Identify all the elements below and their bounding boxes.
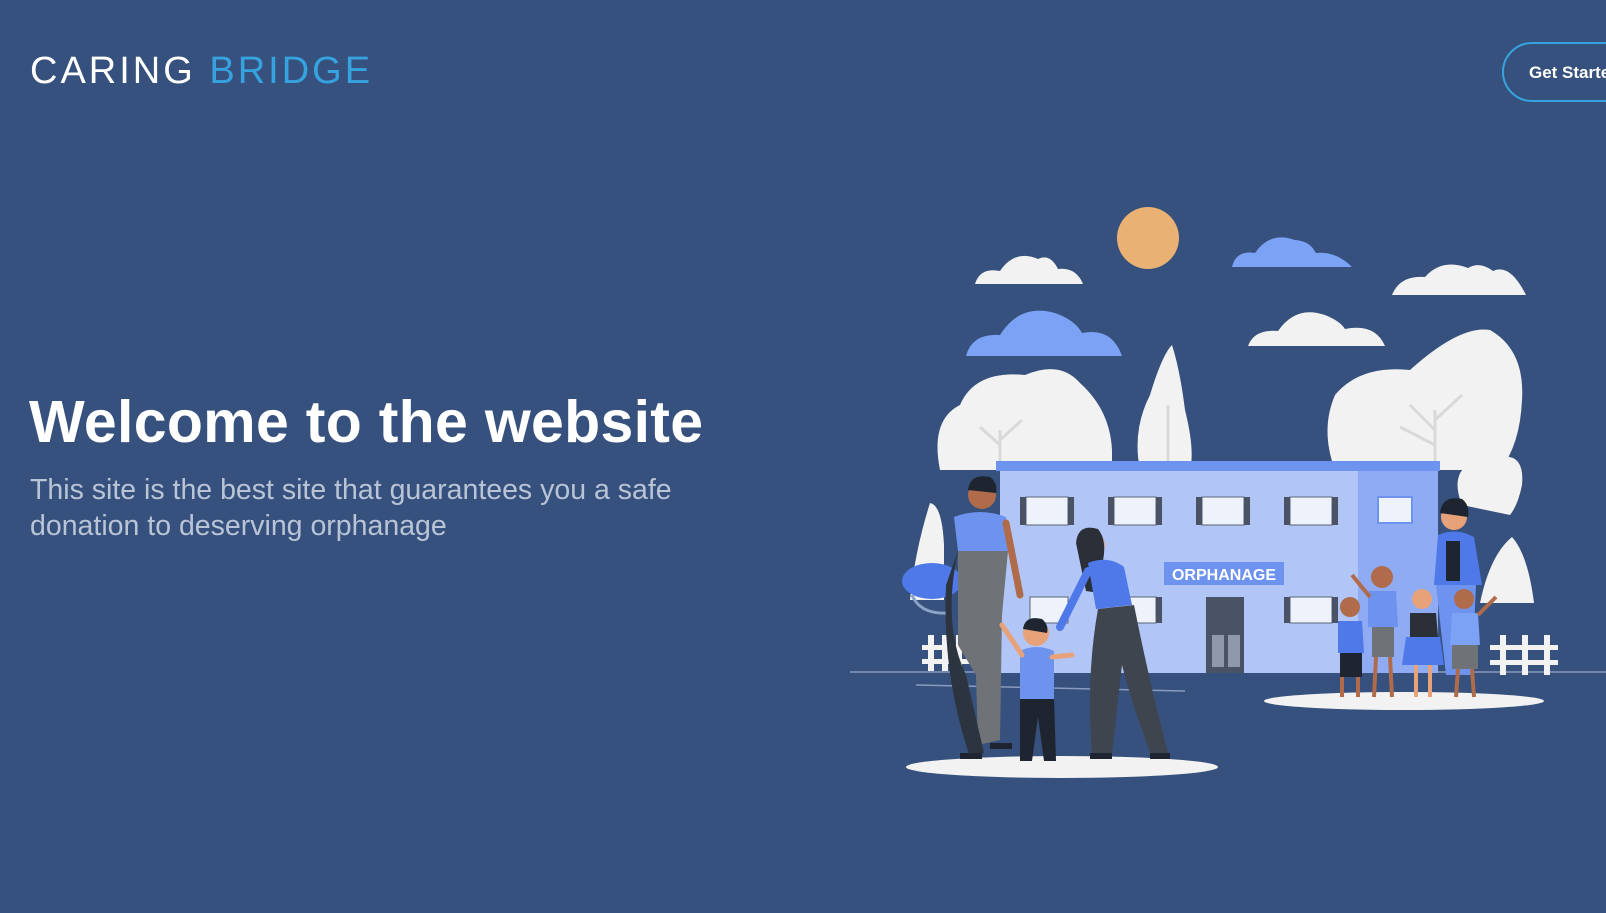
logo-text-caring: CARING (30, 50, 196, 92)
sun-icon (1117, 207, 1179, 269)
tree-icon (1480, 537, 1534, 603)
cloud-icon (1232, 237, 1352, 267)
hero-subtitle: This site is the best site that guarante… (30, 474, 672, 542)
cloud-icon (1392, 264, 1526, 295)
tree-icon (937, 369, 1112, 470)
orphanage-sign: ORPHANAGE (1172, 567, 1276, 584)
site-logo[interactable]: CARING BRIDGE (30, 50, 373, 93)
hero-title: Welcome to the website (29, 389, 704, 455)
get-started-button[interactable]: Get Started (1502, 42, 1606, 102)
tree-icon (1327, 329, 1523, 470)
fence-right (1490, 635, 1558, 675)
tree-icon (1137, 345, 1192, 470)
logo-text-bridge: BRIDGE (209, 50, 374, 92)
cloud-icon (975, 255, 1083, 284)
cloud-icon (1248, 312, 1385, 346)
orphanage-illustration: ORPHANAGE (850, 207, 1606, 778)
cloud-icon (966, 310, 1122, 356)
